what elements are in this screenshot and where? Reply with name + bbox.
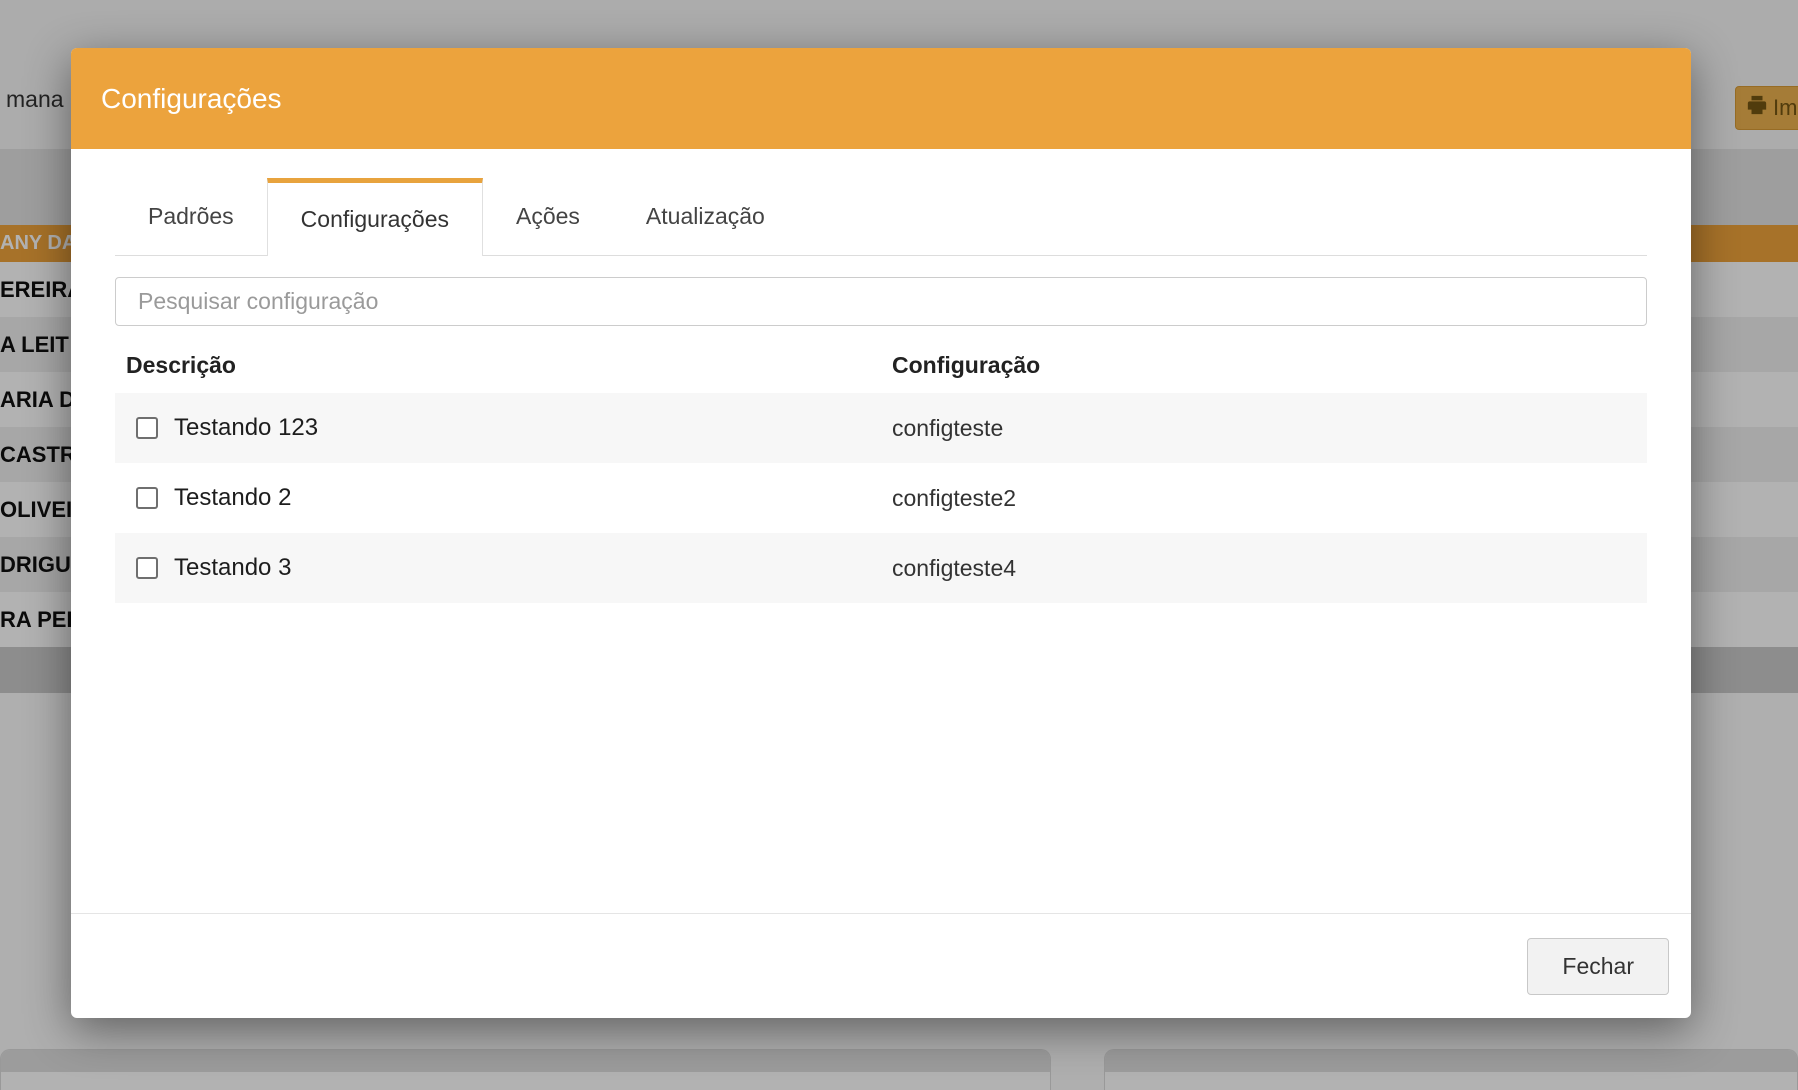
tab-atualizacao[interactable]: Atualização — [613, 178, 798, 255]
table-header: Descrição Configuração — [115, 352, 1647, 379]
tab-configuracoes[interactable]: Configurações — [267, 178, 483, 256]
description-cell: Testando 123 — [115, 414, 892, 442]
config-table: Testando 123 configteste Testando 2 conf… — [115, 393, 1647, 603]
config-value: configteste4 — [892, 555, 1647, 582]
column-header-description: Descrição — [115, 352, 892, 379]
tab-padroes[interactable]: Padrões — [115, 178, 267, 255]
description-cell: Testando 2 — [115, 484, 892, 512]
table-row[interactable]: Testando 3 configteste4 — [115, 533, 1647, 603]
tab-label: Configurações — [301, 206, 449, 233]
settings-modal: Configurações Padrões Configurações Açõe… — [71, 48, 1691, 1018]
modal-footer: Fechar — [71, 913, 1691, 1018]
description-label: Testando 2 — [174, 484, 291, 512]
description-cell: Testando 3 — [115, 554, 892, 582]
search-input[interactable] — [115, 277, 1647, 326]
config-value: configteste2 — [892, 485, 1647, 512]
tab-label: Padrões — [148, 203, 234, 230]
table-row[interactable]: Testando 2 configteste2 — [115, 463, 1647, 533]
table-row[interactable]: Testando 123 configteste — [115, 393, 1647, 463]
modal-title: Configurações — [101, 83, 282, 115]
config-value: configteste — [892, 415, 1647, 442]
modal-header: Configurações — [71, 48, 1691, 149]
close-button[interactable]: Fechar — [1527, 938, 1669, 995]
column-header-config: Configuração — [892, 352, 1647, 379]
row-checkbox[interactable] — [136, 487, 158, 509]
description-label: Testando 123 — [174, 414, 318, 442]
description-label: Testando 3 — [174, 554, 291, 582]
tab-acoes[interactable]: Ações — [483, 178, 613, 255]
row-checkbox[interactable] — [136, 417, 158, 439]
tab-label: Ações — [516, 203, 580, 230]
row-checkbox[interactable] — [136, 557, 158, 579]
modal-body: Padrões Configurações Ações Atualização … — [71, 178, 1691, 603]
tab-label: Atualização — [646, 203, 765, 230]
tab-bar: Padrões Configurações Ações Atualização — [115, 178, 1647, 256]
